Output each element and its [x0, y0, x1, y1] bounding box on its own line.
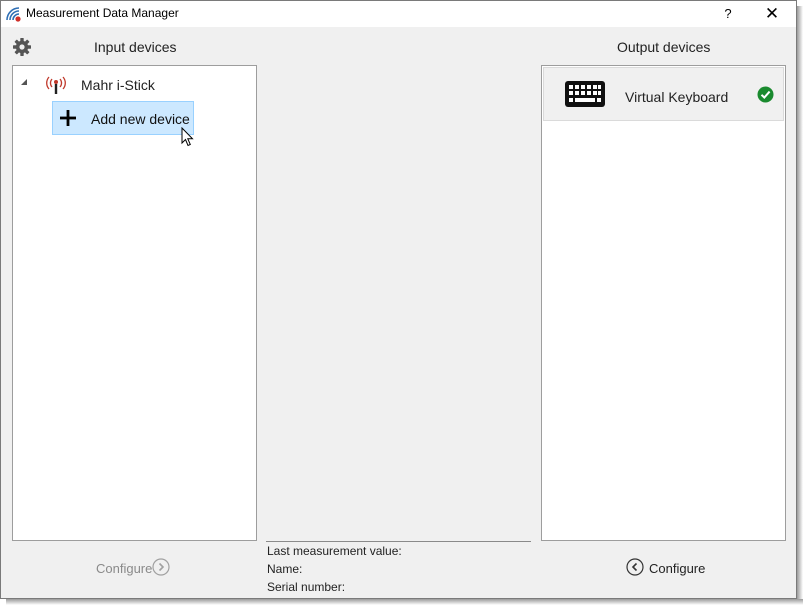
serial-number-label: Serial number:: [267, 580, 346, 594]
title-bar: Measurement Data Manager ? ✕: [1, 1, 796, 27]
check-circle-icon: [757, 86, 774, 103]
keyboard-icon: [565, 81, 605, 107]
window-shadow-bottom: [6, 599, 803, 605]
output-device-label: Virtual Keyboard: [625, 89, 729, 105]
expanded-triangle-icon[interactable]: [20, 78, 28, 86]
close-button[interactable]: ✕: [757, 2, 787, 26]
mouse-pointer-icon: [181, 127, 194, 147]
output-devices-title: Output devices: [617, 39, 711, 55]
gear-icon[interactable]: [12, 37, 32, 57]
device-tree-item-mahr-i-stick[interactable]: Mahr i-Stick: [81, 77, 155, 93]
chevron-right-circle-icon: [152, 558, 170, 576]
chevron-left-circle-icon: [626, 558, 644, 576]
help-button[interactable]: ?: [713, 2, 743, 26]
name-label: Name:: [267, 562, 303, 576]
input-devices-panel: Mahr i-Stick Add new device: [12, 65, 257, 541]
configure-input-label: Configure: [96, 561, 153, 576]
output-devices-panel: Virtual Keyboard: [541, 65, 786, 541]
radio-antenna-icon: [46, 76, 66, 94]
plus-icon: [60, 110, 76, 126]
input-devices-title: Input devices: [94, 39, 177, 55]
configure-output-label: Configure: [649, 561, 706, 576]
wireless-signal-icon: [6, 7, 21, 22]
add-new-device-item[interactable]: Add new device: [52, 101, 194, 135]
window-title: Measurement Data Manager: [26, 6, 179, 20]
last-measurement-label: Last measurement value:: [267, 544, 402, 558]
window-shadow-right: [797, 6, 803, 605]
add-new-device-label: Add new device: [91, 111, 190, 127]
output-device-item[interactable]: Virtual Keyboard: [543, 67, 784, 121]
app-window: Measurement Data Manager ? ✕ Input devic…: [0, 0, 797, 599]
info-divider: [266, 541, 531, 542]
